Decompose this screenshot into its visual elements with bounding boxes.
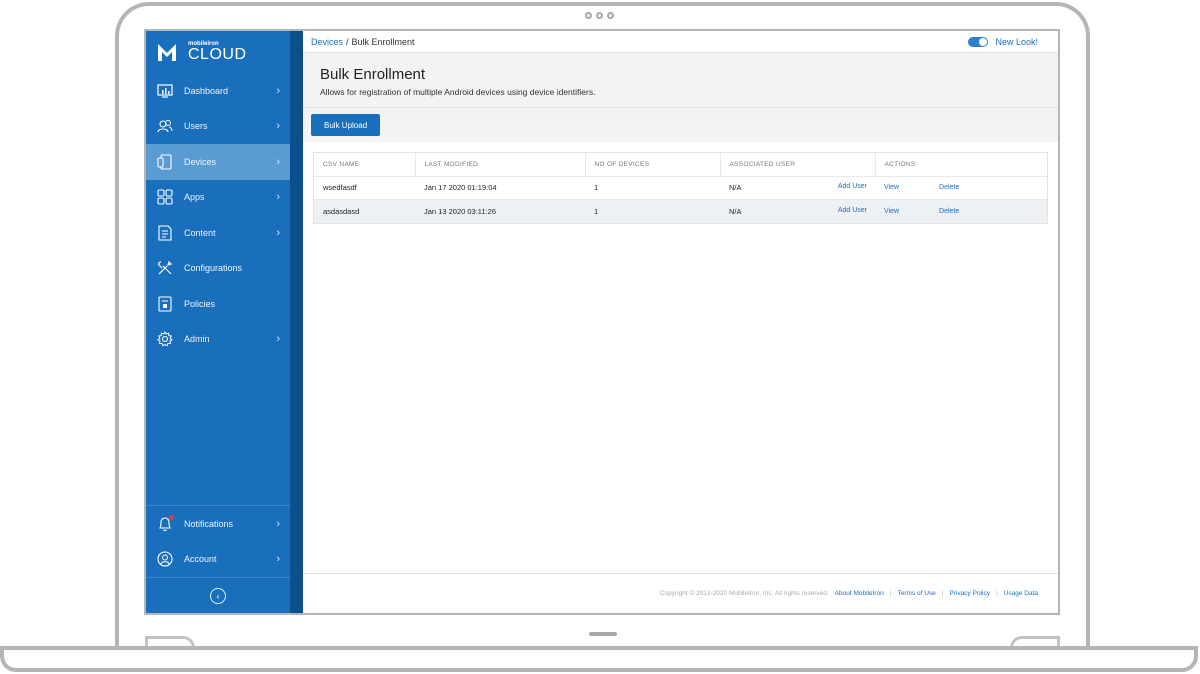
policies-icon: [156, 295, 173, 312]
chevron-right-icon: ›: [276, 333, 280, 346]
main-content: Devices / Bulk Enrollment New Look! Bulk…: [303, 31, 1058, 613]
sidebar-item-label: Devices: [184, 156, 217, 167]
csv-name-cell: wsedfasdf: [314, 176, 415, 200]
breadcrumb: Devices / Bulk Enrollment New Look!: [303, 31, 1058, 53]
laptop-mockup: mobileiron CLOUD Dashboard › Users › Dev…: [0, 0, 1200, 674]
column-header-last-modified[interactable]: LAST MODIFIED: [415, 153, 586, 177]
sidebar-item-label: Configurations: [184, 263, 243, 274]
sidebar-item-label: Dashboard: [184, 85, 229, 96]
view-link[interactable]: View: [884, 208, 899, 215]
column-header-actions: ACTIONS: [875, 153, 1047, 177]
breadcrumb-devices-link[interactable]: Devices: [311, 37, 343, 47]
last-modified-cell: Jan 17 2020 01:19:04: [415, 176, 585, 200]
sidebar: mobileiron CLOUD Dashboard › Users › Dev…: [146, 31, 290, 613]
bulk-upload-button[interactable]: Bulk Upload: [311, 114, 381, 136]
page-header: Bulk Enrollment Allows for registration …: [303, 53, 1058, 108]
devices-icon: [156, 153, 173, 170]
associated-user-value: N/A: [729, 183, 742, 193]
table-row: asdasdasd Jan 13 2020 03:11:26 1 N/A Add…: [314, 199, 1047, 223]
app-window: mobileiron CLOUD Dashboard › Users › Dev…: [144, 29, 1060, 615]
footer-separator: |: [941, 590, 944, 597]
toolbar: Bulk Upload: [303, 108, 1058, 142]
sidebar-item-label: Users: [184, 121, 208, 132]
sidebar-item-label: Account: [184, 554, 217, 565]
sidebar-item-label: Admin: [184, 334, 210, 345]
sidebar-item-account[interactable]: Account ›: [146, 542, 290, 578]
chevron-right-icon: ›: [276, 517, 280, 530]
chevron-right-icon: ›: [276, 155, 280, 168]
gear-icon: [156, 331, 173, 348]
delete-link[interactable]: Delete: [939, 184, 959, 191]
sidebar-item-devices[interactable]: Devices ›: [146, 144, 290, 180]
sidebar-item-dashboard[interactable]: Dashboard ›: [146, 73, 290, 109]
view-link[interactable]: View: [884, 184, 899, 191]
column-header-associated-user[interactable]: ASSOCIATED USER: [720, 153, 876, 177]
devices-count-cell: 1: [585, 199, 720, 223]
chevron-right-icon: ›: [276, 226, 280, 239]
sidebar-item-configurations[interactable]: Configurations: [146, 251, 290, 287]
users-icon: [156, 118, 173, 135]
associated-user-cell: N/A Add User: [720, 199, 875, 223]
sidebar-item-content[interactable]: Content ›: [146, 215, 290, 251]
sidebar-item-label: Notifications: [184, 518, 234, 529]
laptop-base: [0, 646, 1198, 672]
sidebar-item-notifications[interactable]: Notifications ›: [146, 506, 290, 542]
chevron-right-icon: ›: [276, 553, 280, 566]
column-header-csv-name[interactable]: CSV NAME: [314, 153, 416, 177]
logo[interactable]: mobileiron CLOUD: [146, 31, 290, 73]
content-icon: [156, 224, 173, 241]
privacy-link[interactable]: Privacy Policy: [950, 590, 990, 597]
sidebar-item-users[interactable]: Users ›: [146, 109, 290, 145]
new-look-label[interactable]: New Look!: [995, 37, 1038, 47]
sidebar-item-policies[interactable]: Policies: [146, 286, 290, 322]
associated-user-value: N/A: [729, 207, 742, 216]
devices-count-cell: 1: [585, 176, 720, 200]
sidebar-collapse-row: ‹: [146, 577, 290, 613]
enrollment-table: CSV NAME LAST MODIFIED NO OF DEVICES ASS…: [313, 152, 1048, 224]
account-icon: [156, 551, 173, 568]
sidebar-bottom: Notifications › Account › ‹: [146, 505, 290, 613]
breadcrumb-current: Bulk Enrollment: [351, 36, 415, 47]
new-look-toggle[interactable]: [968, 37, 989, 47]
apps-icon: [156, 189, 173, 206]
breadcrumb-separator: /: [346, 36, 349, 47]
table-row: wsedfasdf Jan 17 2020 01:19:04 1 N/A Add…: [314, 176, 1047, 200]
actions-cell: View Delete: [875, 176, 1047, 200]
terms-link[interactable]: Terms of Use: [898, 590, 936, 597]
add-user-link[interactable]: Add User: [838, 183, 867, 192]
actions-cell: View Delete: [875, 199, 1047, 223]
brand-big: CLOUD: [188, 46, 247, 63]
page-title: Bulk Enrollment: [320, 66, 426, 83]
delete-link[interactable]: Delete: [939, 208, 959, 215]
associated-user-cell: N/A Add User: [720, 176, 875, 200]
laptop-notch: [589, 632, 617, 636]
footer-separator: |: [995, 590, 998, 597]
camera-icon: [585, 12, 614, 19]
sidebar-edge: [290, 31, 303, 613]
add-user-link[interactable]: Add User: [838, 207, 867, 216]
sidebar-item-label: Content: [184, 227, 216, 238]
about-link[interactable]: About MobileIron: [835, 590, 884, 597]
column-header-no-of-devices[interactable]: NO OF DEVICES: [585, 153, 721, 177]
configurations-icon: [156, 260, 173, 277]
copyright-text: Copyright © 2013-2020 MobileIron, Inc. A…: [659, 590, 829, 597]
sidebar-item-label: Apps: [184, 192, 205, 203]
footer-separator: |: [889, 590, 892, 597]
chevron-right-icon: ›: [276, 191, 280, 204]
page-subtitle: Allows for registration of multiple Andr…: [320, 87, 596, 97]
csv-name-cell: asdasdasd: [314, 199, 415, 223]
chevron-right-icon: ›: [276, 84, 280, 97]
sidebar-item-admin[interactable]: Admin ›: [146, 322, 290, 358]
dashboard-icon: [156, 82, 173, 99]
last-modified-cell: Jan 13 2020 03:11:26: [415, 199, 585, 223]
usage-data-link[interactable]: Usage Data: [1004, 590, 1038, 597]
sidebar-item-apps[interactable]: Apps ›: [146, 180, 290, 216]
footer: Copyright © 2013-2020 MobileIron, Inc. A…: [303, 573, 1058, 613]
chevron-right-icon: ›: [276, 120, 280, 133]
new-look-toggle-group: New Look!: [968, 37, 1038, 47]
collapse-sidebar-button[interactable]: ‹: [210, 587, 226, 604]
sidebar-item-label: Policies: [184, 298, 216, 309]
mobileiron-logo-icon: [158, 44, 176, 61]
notification-badge: [169, 515, 174, 520]
